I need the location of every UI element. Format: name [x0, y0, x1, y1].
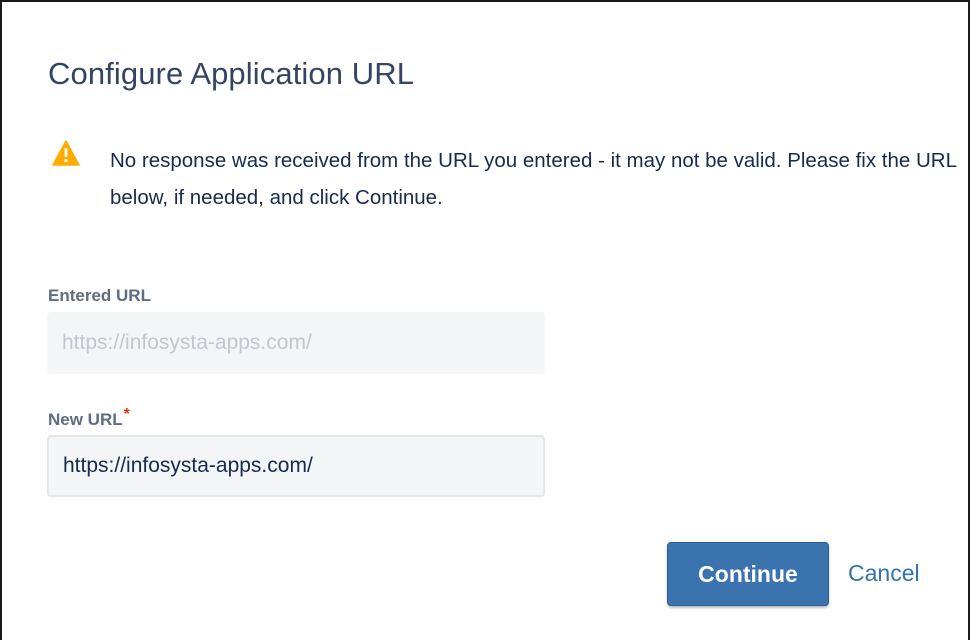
- entered-url-label: Entered URL: [48, 286, 151, 305]
- warning-message: No response was received from the URL yo…: [110, 149, 957, 209]
- continue-button[interactable]: Continue: [667, 542, 829, 606]
- warning-icon: [52, 140, 80, 166]
- new-url-input[interactable]: [47, 435, 545, 497]
- cancel-link[interactable]: Cancel: [848, 560, 920, 587]
- required-marker: *: [123, 406, 130, 423]
- dialog-title: Configure Application URL: [48, 56, 415, 91]
- entered-url-field: [47, 312, 545, 374]
- new-url-label: New URL*: [48, 406, 130, 430]
- new-url-label-text: New URL: [48, 410, 123, 429]
